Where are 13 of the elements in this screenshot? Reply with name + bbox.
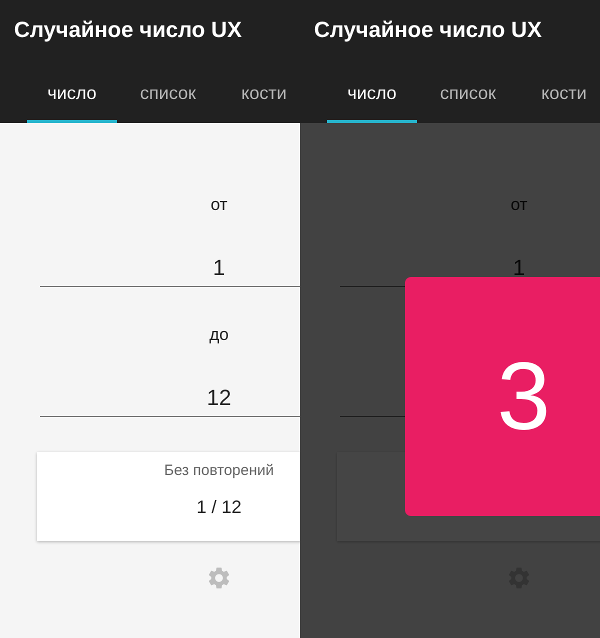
- field-label: до: [209, 325, 229, 344]
- field-label: от: [510, 195, 528, 214]
- app-title: Случайное число UX: [313, 16, 542, 44]
- field-label: от: [210, 195, 228, 214]
- tab[interactable]: список: [123, 78, 213, 123]
- card-label: Без повторений: [164, 462, 274, 479]
- card-value: 1 / 12: [196, 497, 242, 517]
- tab[interactable]: список: [423, 78, 513, 123]
- tab[interactable]: кости: [219, 78, 300, 123]
- tab[interactable]: кости: [519, 78, 600, 123]
- settings-icon[interactable]: [206, 565, 232, 591]
- app-title: Случайное число UX: [13, 16, 242, 44]
- result-number: 3: [497, 346, 550, 446]
